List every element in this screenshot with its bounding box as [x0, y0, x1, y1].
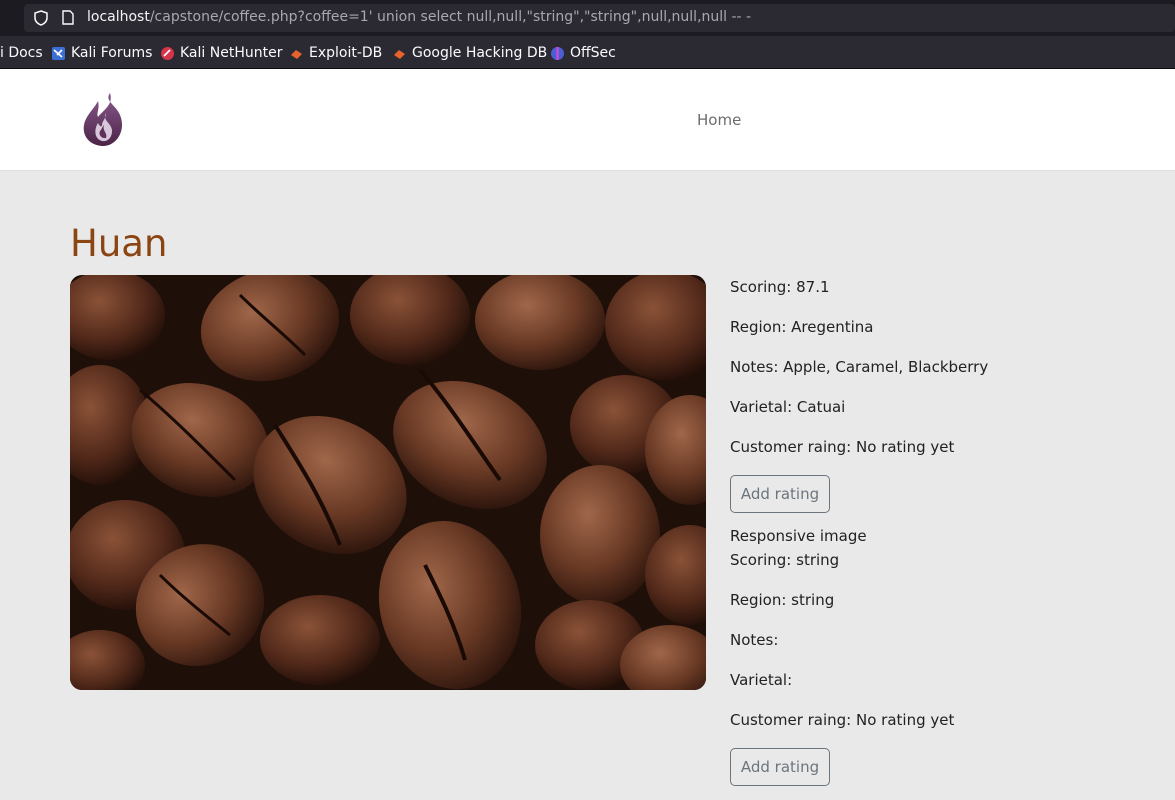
url-host: localhost [87, 9, 150, 25]
bookmark-docs[interactable]: i Docs [0, 44, 43, 62]
bookmarks-bar: i Docs Kali Forums Kali NetHunter Exploi… [0, 36, 1175, 69]
ghdb-icon [394, 49, 405, 59]
varietal-text: Varietal: Catuai [730, 398, 846, 416]
bookmark-offsec[interactable]: OffSec [550, 44, 616, 62]
page-icon [62, 10, 74, 25]
nethunter-icon [161, 46, 174, 60]
shield-icon[interactable] [34, 10, 48, 26]
responsive-image-alt: Responsive image [730, 527, 867, 545]
bookmark-label: Exploit-DB [309, 45, 383, 61]
notes-text: Notes: [730, 631, 779, 649]
customer-rating-text: Customer raing: No rating yet [730, 438, 955, 456]
flame-logo-icon[interactable] [80, 91, 130, 149]
varietal-text: Varietal: [730, 671, 793, 689]
add-rating-button[interactable]: Add rating [730, 475, 830, 513]
bookmark-kali-forums[interactable]: Kali Forums [51, 44, 152, 62]
browser-toolbar: localhost/capstone/coffee.php?coffee=1' … [0, 0, 1175, 36]
offsec-icon [551, 46, 564, 60]
region-text: Region: Aregentina [730, 318, 874, 336]
coffee-beans-image [70, 275, 706, 690]
scoring-text: Scoring: 87.1 [730, 278, 830, 296]
bookmark-label: Kali Forums [71, 45, 153, 61]
bookmark-label: Kali NetHunter [180, 45, 283, 61]
bookmark-label: i Docs [0, 45, 43, 61]
bookmark-kali-nethunter[interactable]: Kali NetHunter [160, 44, 282, 62]
region-text: Region: string [730, 591, 835, 609]
coffee-title: Huan [70, 222, 168, 265]
customer-rating-text: Customer raing: No rating yet [730, 711, 955, 729]
add-rating-button[interactable]: Add rating [730, 748, 830, 786]
kali-forums-icon [52, 46, 65, 60]
nav-home-link[interactable]: Home [697, 111, 741, 129]
site-header: Home [0, 69, 1175, 171]
exploit-db-icon [291, 49, 302, 59]
bookmark-google-hacking-db[interactable]: Google Hacking DB [392, 44, 547, 62]
notes-text: Notes: Apple, Caramel, Blackberry [730, 358, 989, 376]
url-text[interactable]: localhost/capstone/coffee.php?coffee=1' … [87, 9, 751, 25]
bookmark-exploit-db[interactable]: Exploit-DB [289, 44, 382, 62]
bookmark-label: Google Hacking DB [412, 45, 548, 61]
bookmark-label: OffSec [570, 45, 616, 61]
scoring-text: Scoring: string [730, 551, 840, 569]
url-path: /capstone/coffee.php?coffee=1' union sel… [149, 9, 752, 25]
